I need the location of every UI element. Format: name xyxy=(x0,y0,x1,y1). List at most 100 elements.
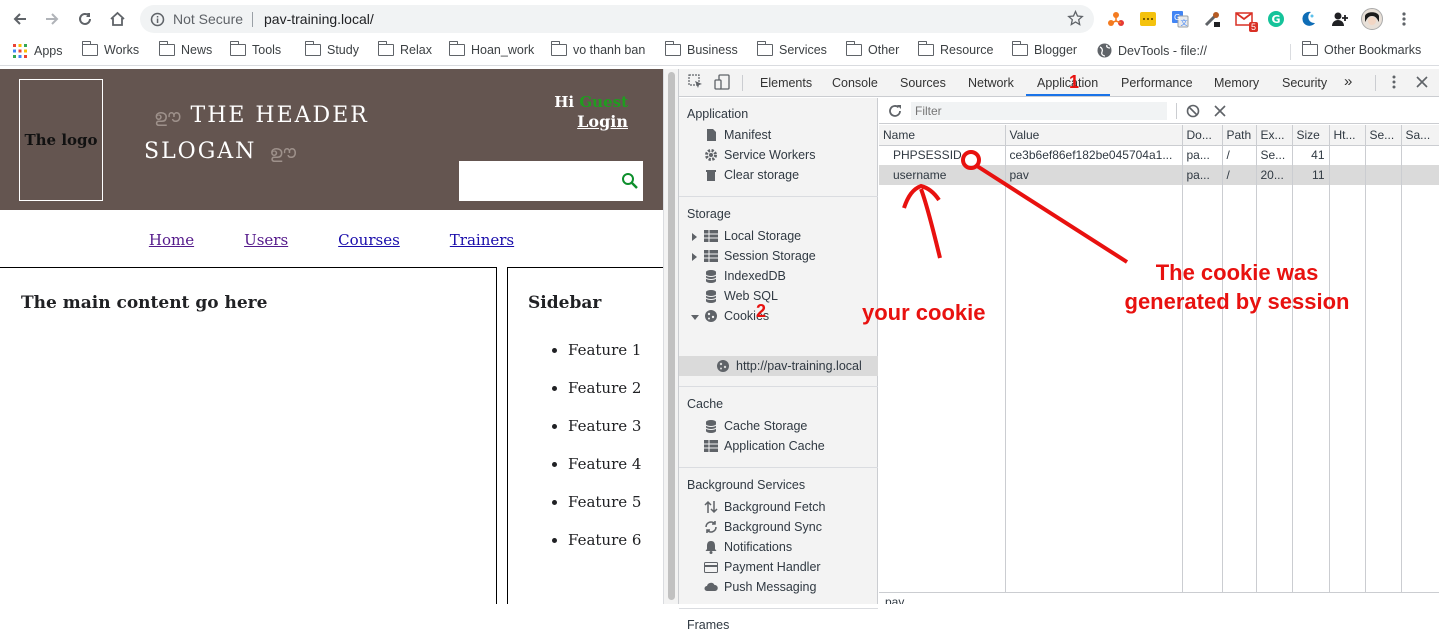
bookmark-blogger[interactable]: Blogger xyxy=(1011,41,1077,57)
swirl-ornament-icon: ഊ xyxy=(269,142,295,163)
tree-item-label: http://pav-training.local xyxy=(736,359,862,373)
nav-home[interactable]: Home xyxy=(149,231,194,268)
cookie-secure xyxy=(1365,145,1402,165)
bookmark-vo-thanh-ban[interactable]: vo thanh ban xyxy=(550,41,645,57)
nav-users[interactable]: Users xyxy=(244,231,288,268)
search-icon[interactable] xyxy=(621,172,639,190)
address-bar[interactable]: Not Secure pav-training.local/ xyxy=(140,5,1094,33)
table-row[interactable]: PHPSESSID ce3b6ef86ef182be045704a1... pa… xyxy=(879,145,1439,165)
browser-menu-button[interactable] xyxy=(1393,8,1415,30)
column-header-path[interactable]: Path xyxy=(1222,125,1257,146)
column-header-name[interactable]: Name xyxy=(879,125,1006,146)
nav-trainers[interactable]: Trainers xyxy=(450,231,514,268)
bookmark-hoan-work[interactable]: Hoan_work xyxy=(448,41,534,57)
column-header-size[interactable]: Size xyxy=(1292,125,1330,146)
expand-triangle-icon[interactable] xyxy=(692,233,697,241)
extension-grammarly[interactable]: G xyxy=(1265,8,1287,30)
inspect-element-icon[interactable] xyxy=(688,74,704,90)
close-icon[interactable] xyxy=(1416,76,1428,88)
bookmark-star-icon[interactable] xyxy=(1067,10,1084,27)
tab-sources[interactable]: Sources xyxy=(900,76,946,90)
bookmark-tools[interactable]: Tools xyxy=(229,41,281,57)
column-header-samesite[interactable]: Sa... xyxy=(1401,125,1439,146)
delete-selected-icon[interactable] xyxy=(1214,105,1226,117)
info-icon[interactable] xyxy=(150,12,165,27)
tree-item-cookie-origin[interactable]: http://pav-training.local xyxy=(716,359,862,373)
reload-button[interactable] xyxy=(74,8,96,30)
back-button[interactable] xyxy=(9,8,31,30)
tree-item-push-messaging[interactable]: Push Messaging xyxy=(704,580,816,594)
column-header-expires[interactable]: Ex... xyxy=(1256,125,1293,146)
tree-item-notifications[interactable]: Notifications xyxy=(704,540,792,554)
extension-tree[interactable] xyxy=(1105,8,1127,30)
extension-moon[interactable] xyxy=(1297,8,1319,30)
header-title-text: THE HEADER xyxy=(190,103,369,128)
bookmark-business[interactable]: Business xyxy=(664,41,738,57)
bookmark-study[interactable]: Study xyxy=(304,41,359,57)
bookmark-services[interactable]: Services xyxy=(756,41,827,57)
bookmark-devtools[interactable]: DevTools - file:// xyxy=(1097,43,1207,58)
refresh-icon[interactable] xyxy=(888,104,902,118)
tree-item-local-storage[interactable]: Local Storage xyxy=(704,229,801,243)
nav-courses[interactable]: Courses xyxy=(338,231,400,268)
bookmark-other[interactable]: Other xyxy=(845,41,900,57)
column-header-secure[interactable]: Se... xyxy=(1365,125,1402,146)
tab-memory[interactable]: Memory xyxy=(1214,76,1259,90)
bookmark-news[interactable]: News xyxy=(158,41,212,57)
login-link[interactable]: Login xyxy=(577,112,628,131)
svg-text:文: 文 xyxy=(1181,18,1188,27)
clear-all-icon[interactable] xyxy=(1186,104,1200,118)
more-tabs-button[interactable]: » xyxy=(1344,73,1352,90)
tab-performance[interactable]: Performance xyxy=(1121,76,1193,90)
column-header-domain[interactable]: Do... xyxy=(1182,125,1223,146)
bookmark-relax[interactable]: Relax xyxy=(377,41,432,57)
tree-item-background-fetch[interactable]: Background Fetch xyxy=(704,500,825,514)
tab-security[interactable]: Security xyxy=(1282,76,1327,90)
bookmark-resource[interactable]: Resource xyxy=(917,41,994,57)
up-down-arrows-icon xyxy=(704,500,718,514)
tree-item-application-cache[interactable]: Application Cache xyxy=(704,439,825,453)
kebab-menu-icon[interactable] xyxy=(1391,74,1397,90)
table-row[interactable]: username pav pa... / 20... 11 xyxy=(879,165,1439,185)
tree-item-indexeddb[interactable]: IndexedDB xyxy=(704,269,786,283)
tab-elements[interactable]: Elements xyxy=(760,76,812,90)
cookie-samesite xyxy=(1401,145,1439,165)
tree-item-payment-handler[interactable]: Payment Handler xyxy=(704,560,821,574)
site-search-input[interactable] xyxy=(459,161,643,201)
url-text[interactable]: pav-training.local/ xyxy=(264,11,374,27)
collapse-triangle-icon[interactable] xyxy=(691,315,699,320)
tree-item-manifest[interactable]: Manifest xyxy=(704,128,771,142)
forward-button[interactable] xyxy=(41,8,63,30)
tree-item-web-sql[interactable]: Web SQL xyxy=(704,289,778,303)
column-header-value[interactable]: Value xyxy=(1005,125,1183,146)
bookmark-works[interactable]: Works xyxy=(81,41,140,57)
extension-gmail[interactable]: 5 xyxy=(1233,8,1258,32)
filter-input[interactable] xyxy=(911,102,1167,120)
extension-notes[interactable] xyxy=(1137,8,1159,30)
bookmark-other-bookmarks[interactable]: Other Bookmarks xyxy=(1301,41,1421,57)
home-button[interactable] xyxy=(106,8,128,30)
column-header-httponly[interactable]: Ht... xyxy=(1329,125,1366,146)
tree-item-service-workers[interactable]: Service Workers xyxy=(704,148,815,162)
tab-network[interactable]: Network xyxy=(968,76,1014,90)
tab-console[interactable]: Console xyxy=(832,76,878,90)
tree-item-session-storage[interactable]: Session Storage xyxy=(704,249,816,263)
bookmark-label: Works xyxy=(104,43,140,57)
extension-translate[interactable]: G文 xyxy=(1169,8,1191,30)
scrollbar-thumb[interactable] xyxy=(668,72,675,600)
bookmark-apps[interactable]: Apps xyxy=(12,43,63,59)
translate-icon: G文 xyxy=(1172,11,1189,28)
device-toolbar-icon[interactable] xyxy=(714,74,730,90)
extension-tools[interactable] xyxy=(1201,8,1223,30)
tree-item-cache-storage[interactable]: Cache Storage xyxy=(704,419,807,433)
site-logo[interactable]: The logo xyxy=(19,79,103,201)
extension-add-person[interactable] xyxy=(1329,8,1351,30)
list-item: Feature 1 xyxy=(568,341,641,379)
bookmark-label: Other xyxy=(868,43,900,57)
expand-triangle-icon[interactable] xyxy=(692,253,697,261)
tree-item-background-sync[interactable]: Background Sync xyxy=(704,520,822,534)
tree-item-clear-storage[interactable]: Clear storage xyxy=(704,168,799,182)
profile-avatar[interactable] xyxy=(1361,8,1383,30)
tab-application[interactable]: Application xyxy=(1037,76,1098,90)
page-scrollbar[interactable] xyxy=(663,69,679,604)
